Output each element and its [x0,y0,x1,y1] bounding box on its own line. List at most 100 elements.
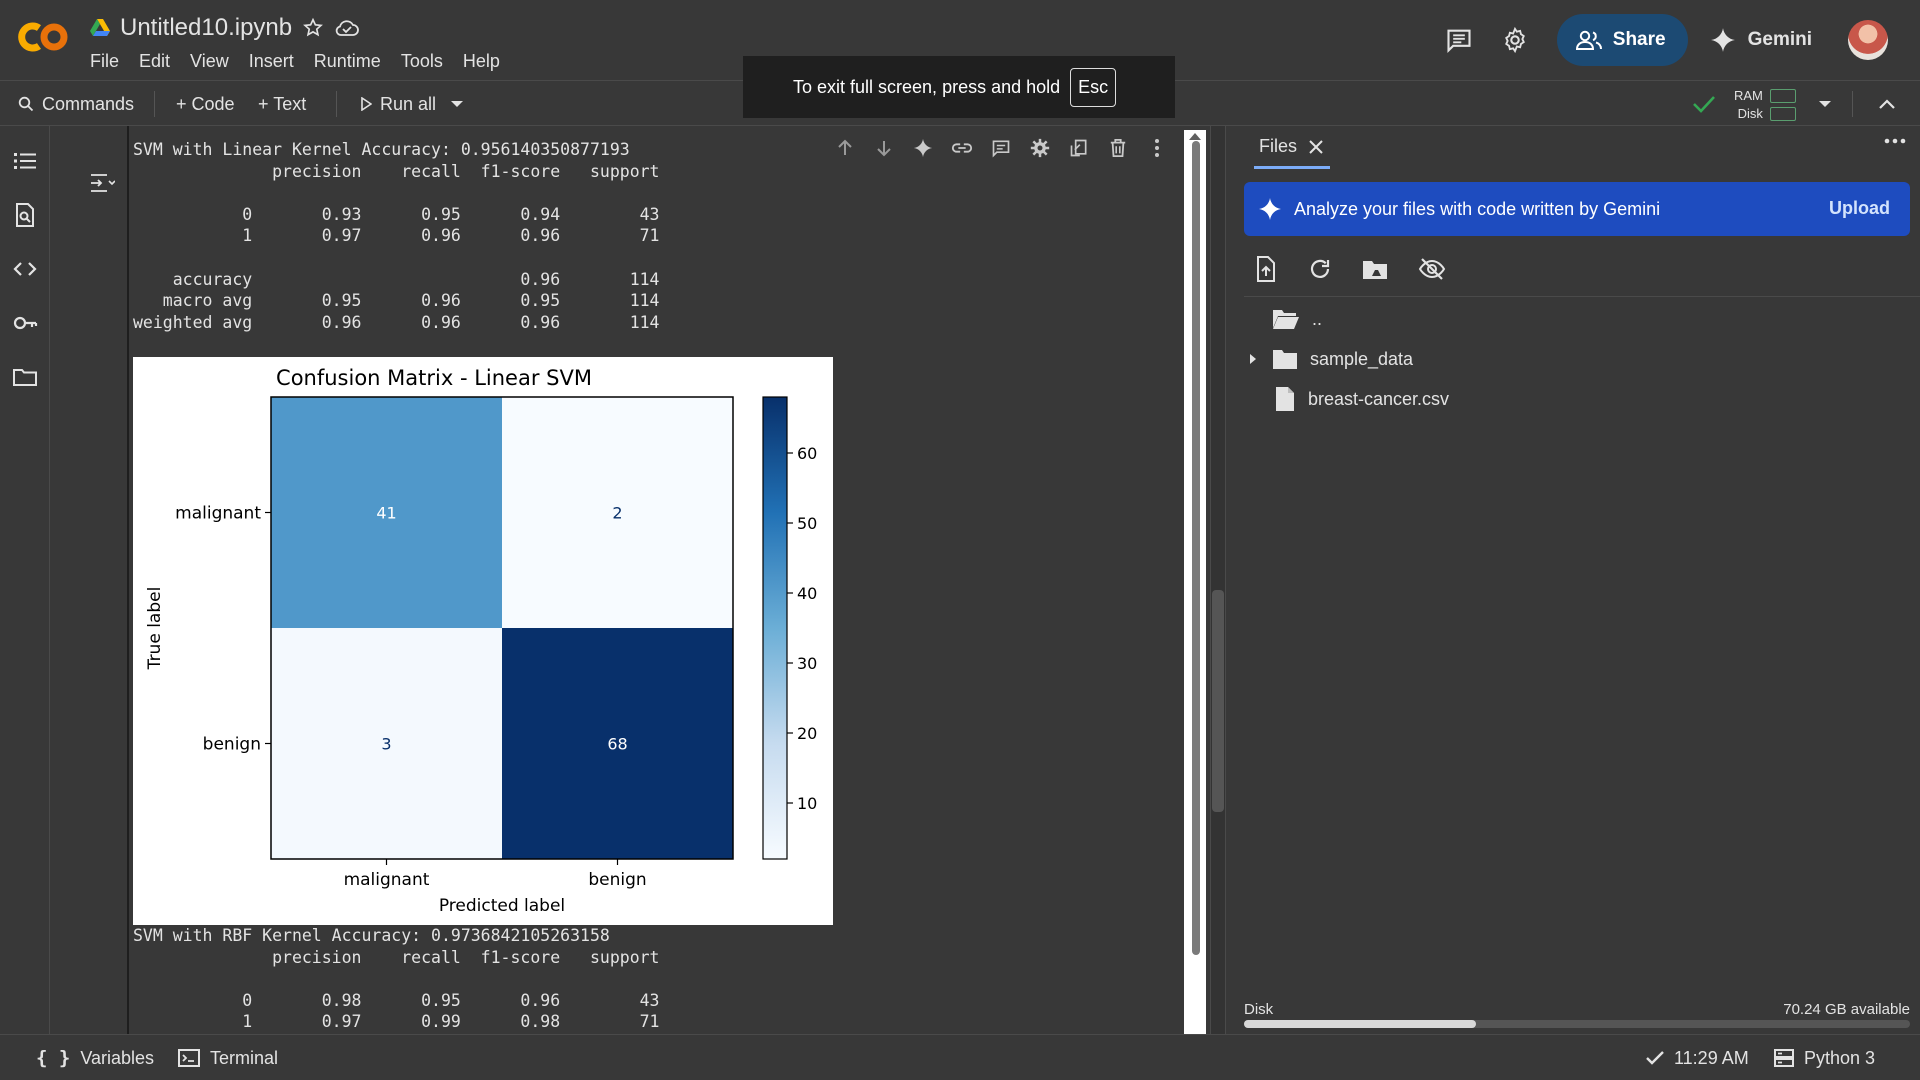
menu-tools[interactable]: Tools [401,51,443,72]
menu-file[interactable]: File [90,51,119,72]
user-avatar[interactable] [1848,20,1888,60]
menu-runtime[interactable]: Runtime [314,51,381,72]
delete-cell-trash-icon[interactable] [1098,128,1137,168]
disk-usage-label: Disk [1244,1001,1274,1018]
cell-value-label: 2 [612,504,622,523]
y-tick-label: benign [203,735,261,755]
variables-label: Variables [80,1047,155,1068]
toolbar-divider [1852,91,1853,117]
folder-icon [1272,348,1298,370]
star-icon[interactable] [302,17,324,39]
gemini-banner-text: Analyze your files with code written by … [1294,198,1661,219]
files-folder-icon[interactable] [12,364,38,390]
upload-file-icon[interactable] [1254,256,1278,282]
move-cell-up-icon[interactable] [826,128,865,168]
search-icon [18,96,34,112]
panel-splitter-handle[interactable] [1212,590,1224,812]
notebook-scrollbar-thumb[interactable] [1192,141,1200,955]
colorbar-tick-label: 60 [797,444,817,463]
notebook-title[interactable]: Untitled10.ipynb [120,14,292,42]
hide-files-eye-off-icon[interactable] [1418,256,1446,282]
refresh-icon[interactable] [1308,256,1332,282]
resources-dropdown[interactable] [1818,81,1832,127]
file-row-parent[interactable]: .. [1272,304,1322,334]
status-bar: { } Variables Terminal 11:29 AM Python 3 [0,1034,1920,1080]
upload-link[interactable]: Upload [1829,198,1890,219]
scroll-up-arrow-icon[interactable] [1187,131,1203,141]
runtime-indicator[interactable]: Python 3 [1774,1035,1875,1080]
menu-insert[interactable]: Insert [249,51,294,72]
gemini-explain-sparkle-icon[interactable] [904,128,943,168]
confusion-matrix-chart: Confusion Matrix - Linear SVM 41 2 3 68 mal… [145,366,817,916]
settings-gear-icon[interactable] [1495,20,1535,60]
more-options-kebab-icon[interactable] [1137,128,1176,168]
toast-message: To exit full screen, press and hold [793,76,1061,97]
menu-help[interactable]: Help [463,51,500,72]
expand-caret-icon[interactable] [1246,352,1260,366]
panel-splitter[interactable] [1210,126,1226,1034]
terminal-button[interactable]: Terminal [178,1035,278,1080]
ram-usage-bar [1770,89,1796,103]
open-folder-icon [1272,308,1300,330]
menu-bar: File Edit View Insert Runtime Tools Help [90,51,500,72]
variables-button[interactable]: { } Variables [36,1035,154,1080]
add-text-button[interactable]: + Text [258,81,306,127]
drive-icon [90,19,110,37]
cell-value-label: 41 [376,504,396,523]
files-tab[interactable]: Files [1259,136,1323,157]
toolbar-divider [336,91,337,117]
add-code-label: + Code [176,93,235,114]
comment-icon[interactable] [982,128,1021,168]
files-panel: Files Analyze your files with code writt… [1228,126,1920,1034]
colab-logo[interactable] [18,20,72,54]
commands-button[interactable]: Commands [18,81,134,127]
resource-monitor[interactable]: RAM Disk [1734,87,1763,123]
gemini-button[interactable]: Gemini [1710,27,1812,53]
secrets-key-icon[interactable] [12,310,38,336]
execution-time: 11:29 AM [1674,1047,1749,1068]
file-name: sample_data [1310,348,1414,369]
gemini-sparkle-icon [1710,27,1736,53]
execution-status[interactable]: 11:29 AM [1646,1035,1749,1080]
run-all-label: Run all [380,93,437,114]
add-code-button[interactable]: + Code [176,81,235,127]
mirror-cell-icon[interactable] [1059,128,1098,168]
caret-down-icon [450,99,464,109]
share-button[interactable]: Share [1556,14,1688,66]
files-more-options-icon[interactable] [1884,138,1906,144]
disk-usage-fill [1244,1020,1476,1028]
files-tab-underline [1254,166,1330,169]
cloud-saved-icon[interactable] [334,17,360,39]
menu-view[interactable]: View [190,51,229,72]
find-replace-icon[interactable] [12,202,38,228]
collapse-header-chevron-up-icon[interactable] [1878,81,1896,127]
move-cell-down-icon[interactable] [865,128,904,168]
disk-label-toolbar: Disk [1737,106,1763,121]
gemini-analyze-banner: Analyze your files with code written by … [1244,182,1910,236]
run-options-dropdown[interactable] [450,81,464,127]
terminal-label: Terminal [210,1047,279,1068]
braces-icon: { } [36,1047,71,1069]
link-icon[interactable] [943,128,982,168]
cell-toolbar [826,126,1176,170]
fullscreen-exit-toast: To exit full screen, press and hold Esc [743,56,1175,118]
output-actions-icon[interactable] [89,172,115,194]
code-snippets-icon[interactable] [12,256,38,282]
y-axis-label: True label [145,587,165,671]
gemini-sparkle-icon [1258,197,1282,221]
menu-edit[interactable]: Edit [139,51,170,72]
confusion-matrix-figure: Confusion Matrix - Linear SVM 41 2 3 68 mal… [133,357,833,925]
cell-settings-gear-icon[interactable] [1020,128,1059,168]
x-axis-label: Predicted label [439,896,565,916]
table-of-contents-icon[interactable] [12,148,38,174]
x-tick-label: malignant [344,870,430,890]
comments-icon[interactable] [1439,20,1479,60]
file-row-folder[interactable]: sample_data [1246,344,1413,374]
connected-checkmark-icon[interactable] [1692,81,1716,127]
close-panel-icon[interactable] [1309,139,1323,154]
file-row-csv[interactable]: breast-cancer.csv [1274,384,1449,414]
file-name: breast-cancer.csv [1308,388,1450,409]
y-tick-label: malignant [175,504,261,524]
run-all-button[interactable]: Run all [360,81,436,127]
mount-drive-folder-icon[interactable] [1362,256,1388,282]
